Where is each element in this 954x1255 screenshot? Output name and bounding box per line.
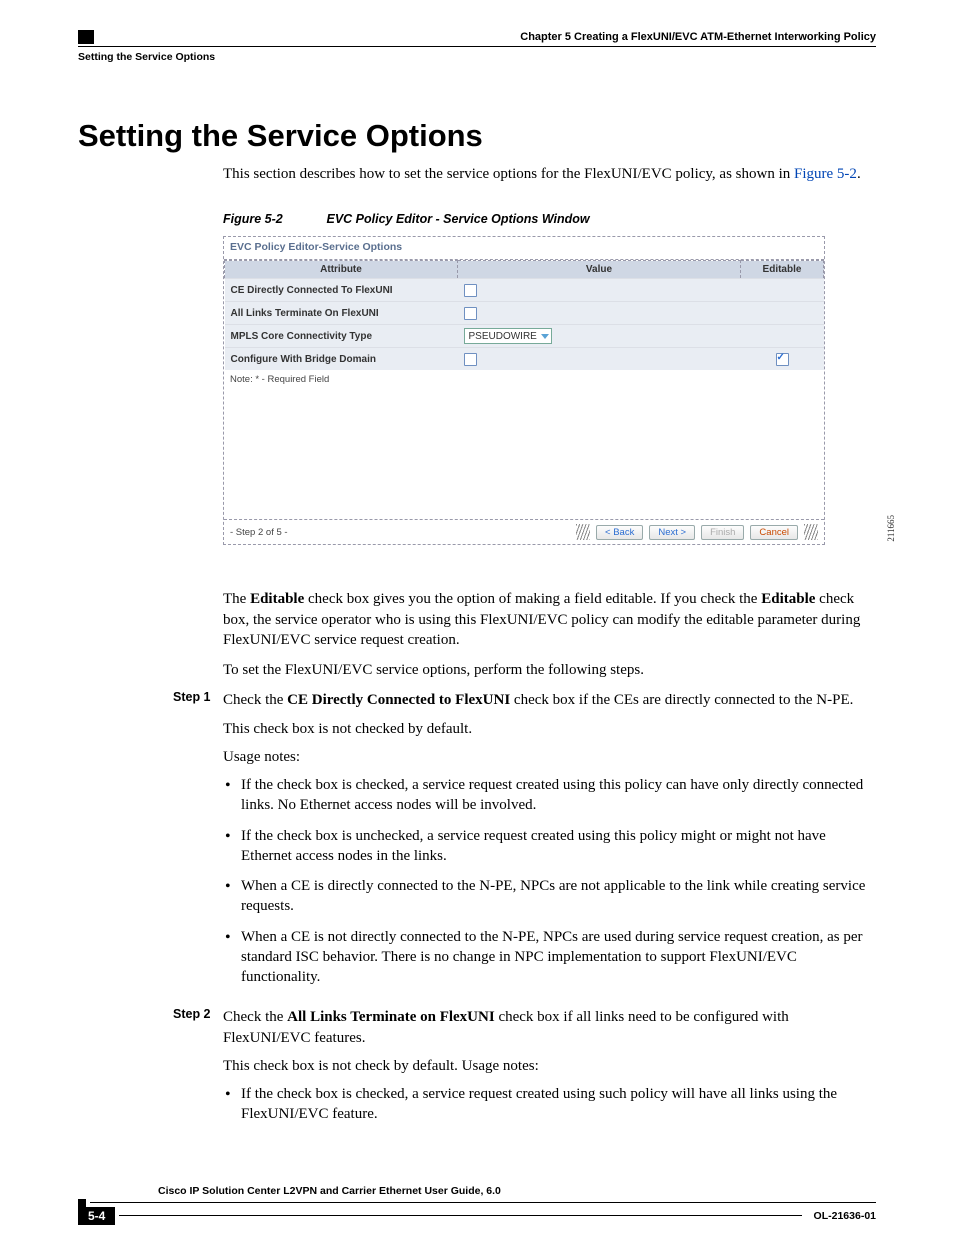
- attr-label: MPLS Core Connectivity Type: [225, 325, 458, 348]
- step2-lead: Check the All Links Terminate on FlexUNI…: [223, 1007, 876, 1048]
- step1-lead: Check the CE Directly Connected to FlexU…: [223, 690, 876, 710]
- checkbox-editable[interactable]: [776, 353, 789, 366]
- step-indicator: - Step 2 of 5 -: [230, 527, 288, 538]
- chapter-running-head: Chapter 5 Creating a FlexUNI/EVC ATM-Eth…: [520, 31, 876, 43]
- checkbox-bridge-domain[interactable]: [464, 353, 477, 366]
- finish-button: Finish: [701, 525, 744, 540]
- footer-bullet-icon: [78, 1199, 86, 1207]
- editable-note-paragraph: The Editable check box gives you the opt…: [223, 589, 876, 650]
- step2-p1: This check box is not check by default. …: [223, 1056, 876, 1076]
- header-bullet-icon: [78, 30, 94, 44]
- resize-grip-icon: [804, 524, 818, 540]
- intro-paragraph: This section describes how to set the se…: [223, 164, 876, 184]
- window-title: EVC Policy Editor-Service Options: [224, 237, 824, 260]
- chevron-down-icon: [541, 334, 549, 339]
- col-value: Value: [458, 261, 741, 279]
- dropdown-mpls-type[interactable]: PSEUDOWIRE: [464, 328, 552, 344]
- col-editable: Editable: [741, 261, 824, 279]
- checkbox-ce-direct[interactable]: [464, 284, 477, 297]
- attr-label: All Links Terminate On FlexUNI: [225, 302, 458, 325]
- checkbox-all-links[interactable]: [464, 307, 477, 320]
- next-button[interactable]: Next >: [649, 525, 695, 540]
- section-running-head: Setting the Service Options: [78, 51, 876, 63]
- page-number: 5-4: [78, 1207, 115, 1225]
- bullet-item: When a CE is directly connected to the N…: [223, 876, 876, 917]
- step1-p1: This check box is not checked by default…: [223, 719, 876, 739]
- required-note: Note: * - Required Field: [224, 370, 824, 389]
- bullet-item: If the check box is checked, a service r…: [223, 775, 876, 816]
- page-title: Setting the Service Options: [78, 118, 876, 154]
- bullet-item: If the check box is checked, a service r…: [223, 1084, 876, 1125]
- resize-grip-icon: [576, 524, 590, 540]
- cancel-button[interactable]: Cancel: [750, 525, 798, 540]
- col-attribute: Attribute: [225, 261, 458, 279]
- header-rule: [78, 46, 876, 47]
- step1-p2: Usage notes:: [223, 747, 876, 767]
- instruction-lead: To set the FlexUNI/EVC service options, …: [223, 660, 876, 680]
- step-label: Step 1: [173, 690, 223, 997]
- attr-label: Configure With Bridge Domain: [225, 348, 458, 371]
- bullet-item: When a CE is not directly connected to t…: [223, 927, 876, 988]
- figure-caption: Figure 5-2 EVC Policy Editor - Service O…: [223, 212, 876, 226]
- bullet-item: If the check box is unchecked, a service…: [223, 826, 876, 867]
- step-label: Step 2: [173, 1007, 223, 1134]
- back-button[interactable]: < Back: [596, 525, 643, 540]
- attr-label: CE Directly Connected To FlexUNI: [225, 279, 458, 302]
- figure-image-id: 211665: [886, 515, 896, 542]
- footer-doc-id: OL-21636-01: [806, 1210, 876, 1222]
- figure-screenshot: EVC Policy Editor-Service Options Attrib…: [223, 236, 825, 545]
- figure-reference-link[interactable]: Figure 5-2: [794, 166, 857, 182]
- footer-book-title: Cisco IP Solution Center L2VPN and Carri…: [158, 1185, 876, 1197]
